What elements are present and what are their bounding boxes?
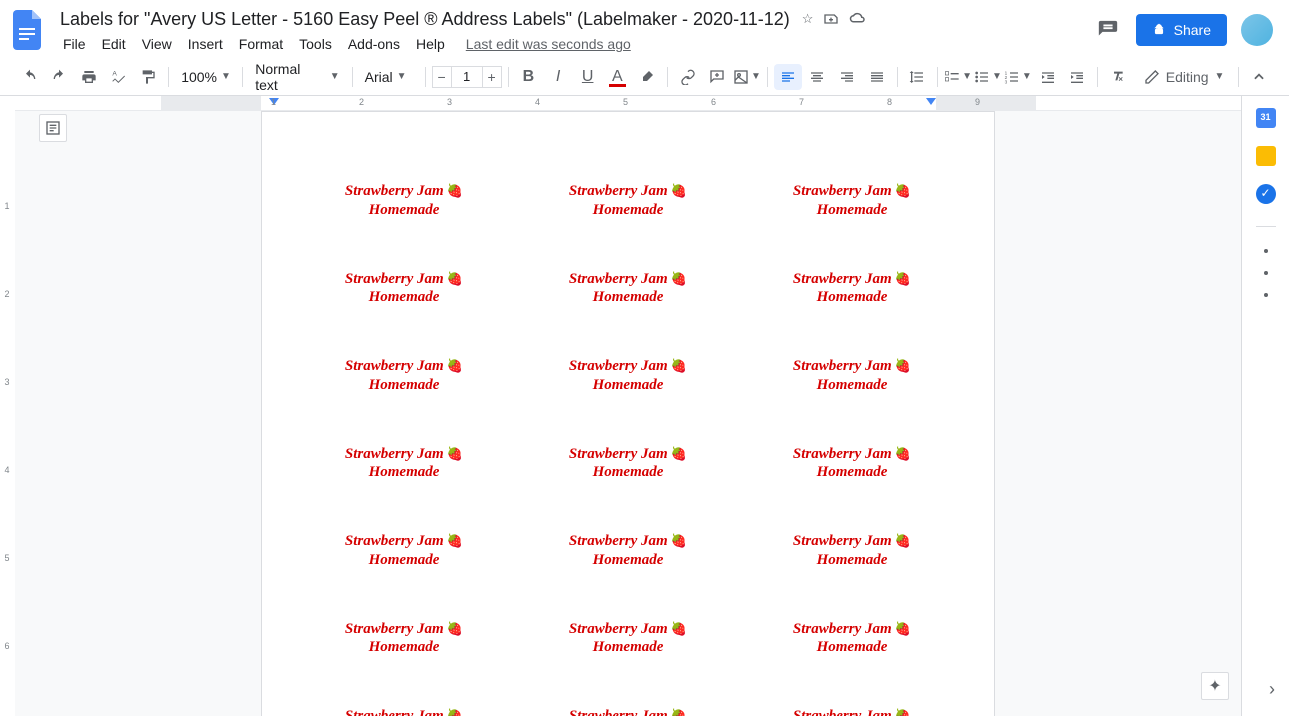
- label-cell[interactable]: Strawberry JamHomemade: [302, 445, 506, 483]
- clear-formatting-button[interactable]: [1104, 64, 1132, 90]
- label-cell[interactable]: Strawberry JamHomemade: [750, 532, 954, 570]
- redo-button[interactable]: [46, 64, 74, 90]
- paragraph-style-select[interactable]: Normal text▼: [249, 64, 345, 90]
- font-select[interactable]: Arial▼: [359, 64, 419, 90]
- label-cell[interactable]: Strawberry JamHomemade: [750, 182, 954, 220]
- checklist-button[interactable]: ▼: [944, 64, 972, 90]
- label-cell[interactable]: Strawberry JamHomemade: [750, 357, 954, 395]
- svg-text:A: A: [112, 70, 117, 77]
- bulleted-list-button[interactable]: ▼: [974, 64, 1002, 90]
- side-dot: [1264, 249, 1268, 253]
- outline-toggle-button[interactable]: [39, 114, 67, 142]
- insert-comment-button[interactable]: [703, 64, 731, 90]
- label-cell[interactable]: Strawberry JamHomemade: [302, 182, 506, 220]
- font-size-value[interactable]: 1: [452, 66, 482, 88]
- side-panel-expand[interactable]: ›: [1269, 679, 1275, 700]
- side-dot: [1264, 271, 1268, 275]
- print-button[interactable]: [75, 64, 103, 90]
- underline-button[interactable]: U: [574, 64, 602, 90]
- docs-logo[interactable]: [8, 10, 48, 50]
- cloud-icon[interactable]: [849, 11, 867, 27]
- label-cell[interactable]: Strawberry JamHomemade: [526, 445, 730, 483]
- label-cell[interactable]: Strawberry JamHomemade: [750, 620, 954, 658]
- font-size-increase[interactable]: +: [482, 66, 502, 88]
- align-left-button[interactable]: [774, 64, 802, 90]
- menu-insert[interactable]: Insert: [181, 32, 230, 56]
- paint-format-button[interactable]: [135, 64, 163, 90]
- explore-button[interactable]: ✦: [1201, 672, 1229, 700]
- italic-button[interactable]: I: [544, 64, 572, 90]
- align-justify-button[interactable]: [863, 64, 891, 90]
- toolbar: A 100%▼ Normal text▼ Arial▼ − 1 + B I U …: [0, 58, 1289, 96]
- document-page[interactable]: Strawberry JamHomemade Strawberry JamHome…: [261, 111, 995, 716]
- keep-icon[interactable]: [1256, 146, 1276, 166]
- label-cell[interactable]: Strawberry JamHomemade: [302, 620, 506, 658]
- menu-bar: FileEditViewInsertFormatToolsAdd-onsHelp…: [56, 32, 1094, 56]
- document-scroll[interactable]: 123456789 Strawberry JamHomemadeStrawber…: [15, 96, 1241, 716]
- undo-button[interactable]: [16, 64, 44, 90]
- label-cell[interactable]: Strawberry JamHomemade: [302, 532, 506, 570]
- highlight-button[interactable]: [633, 64, 661, 90]
- header: Labels for "Avery US Letter - 5160 Easy …: [0, 0, 1289, 58]
- tasks-icon[interactable]: [1256, 184, 1276, 204]
- horizontal-ruler: 123456789: [15, 96, 1241, 111]
- last-edit-link[interactable]: Last edit was seconds ago: [466, 36, 631, 52]
- font-size-control: − 1 +: [432, 66, 502, 88]
- menu-edit[interactable]: Edit: [95, 32, 133, 56]
- increase-indent-button[interactable]: [1063, 64, 1091, 90]
- spellcheck-button[interactable]: A: [105, 64, 133, 90]
- label-cell[interactable]: Strawberry JamHomemade: [750, 270, 954, 308]
- svg-text:3: 3: [1005, 79, 1008, 84]
- menu-view[interactable]: View: [135, 32, 179, 56]
- editing-mode-button[interactable]: Editing ▼: [1136, 65, 1233, 89]
- decrease-indent-button[interactable]: [1034, 64, 1062, 90]
- menu-format[interactable]: Format: [232, 32, 290, 56]
- menu-file[interactable]: File: [56, 32, 93, 56]
- vertical-ruler: 123456: [0, 96, 15, 716]
- label-cell[interactable]: Strawberry JamHomemade: [526, 707, 730, 716]
- label-cell[interactable]: Strawberry JamHomemade: [302, 707, 506, 716]
- insert-image-button[interactable]: ▼: [733, 64, 761, 90]
- label-cell[interactable]: Strawberry JamHomemade: [302, 357, 506, 395]
- insert-link-button[interactable]: [674, 64, 702, 90]
- move-icon[interactable]: [823, 11, 839, 27]
- menu-tools[interactable]: Tools: [292, 32, 339, 56]
- text-color-button[interactable]: A: [604, 64, 632, 90]
- comments-button[interactable]: [1094, 16, 1122, 44]
- numbered-list-button[interactable]: 123▼: [1004, 64, 1032, 90]
- label-cell[interactable]: Strawberry JamHomemade: [526, 270, 730, 308]
- collapse-toolbar-button[interactable]: [1245, 64, 1273, 90]
- right-indent-marker[interactable]: [926, 98, 936, 105]
- side-dot: [1264, 293, 1268, 297]
- menu-add-ons[interactable]: Add-ons: [341, 32, 407, 56]
- label-cell[interactable]: Strawberry JamHomemade: [526, 620, 730, 658]
- label-cell[interactable]: Strawberry JamHomemade: [526, 182, 730, 220]
- account-avatar[interactable]: [1241, 14, 1273, 46]
- line-spacing-button[interactable]: [903, 64, 931, 90]
- label-cell[interactable]: Strawberry JamHomemade: [526, 532, 730, 570]
- label-cell[interactable]: Strawberry JamHomemade: [526, 357, 730, 395]
- font-size-decrease[interactable]: −: [432, 66, 452, 88]
- document-title[interactable]: Labels for "Avery US Letter - 5160 Easy …: [56, 7, 794, 32]
- share-button[interactable]: Share: [1136, 14, 1227, 46]
- zoom-select[interactable]: 100%▼: [175, 64, 236, 90]
- align-center-button[interactable]: [804, 64, 832, 90]
- share-label: Share: [1174, 22, 1211, 38]
- star-icon[interactable]: ☆: [802, 11, 814, 27]
- align-right-button[interactable]: [833, 64, 861, 90]
- side-panel: [1241, 96, 1289, 716]
- bold-button[interactable]: B: [515, 64, 543, 90]
- calendar-icon[interactable]: [1256, 108, 1276, 128]
- label-cell[interactable]: Strawberry JamHomemade: [750, 707, 954, 716]
- label-cell[interactable]: Strawberry JamHomemade: [750, 445, 954, 483]
- menu-help[interactable]: Help: [409, 32, 452, 56]
- label-cell[interactable]: Strawberry JamHomemade: [302, 270, 506, 308]
